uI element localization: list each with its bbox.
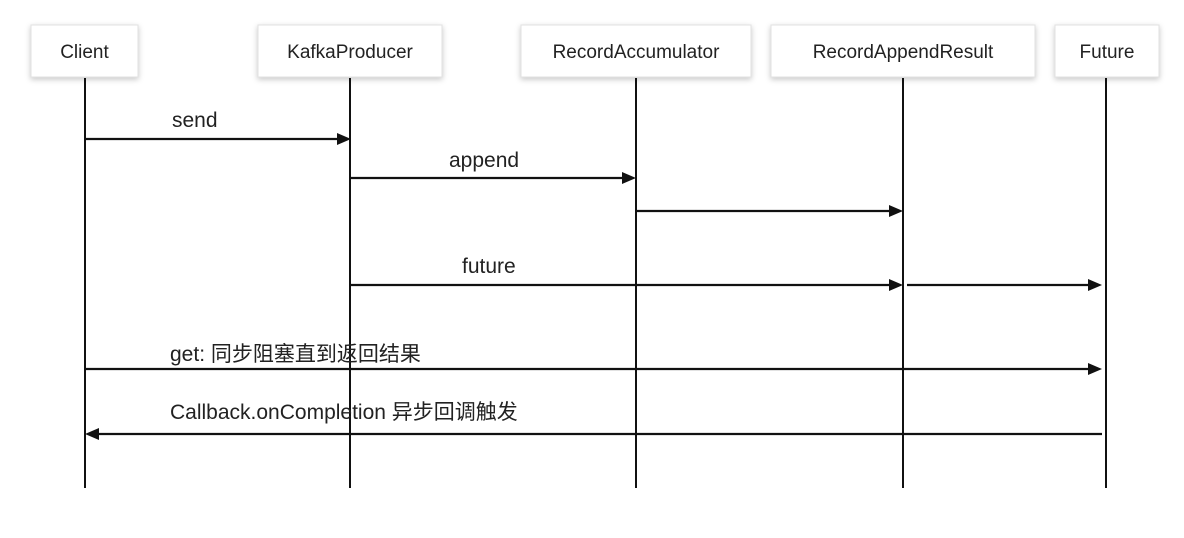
message-send: send (85, 109, 351, 145)
arrowhead-right-icon (889, 279, 903, 291)
participant-label: Future (1080, 42, 1135, 63)
arrowhead-right-icon (622, 172, 636, 184)
participant-label: RecordAppendResult (813, 42, 994, 63)
message-label: future (462, 255, 516, 278)
participant-label: Client (60, 42, 109, 63)
message-future-continue (907, 279, 1102, 291)
arrowhead-right-icon (889, 205, 903, 217)
message-append: append (350, 149, 636, 184)
arrowhead-left-icon (85, 428, 99, 440)
arrowhead-right-icon (337, 133, 351, 145)
participant-future: Future (1054, 24, 1160, 78)
participant-label: KafkaProducer (287, 42, 413, 63)
message-label: append (449, 149, 519, 172)
participant-client: Client (30, 24, 139, 78)
participant-label: RecordAccumulator (553, 42, 721, 63)
message-label: Callback.onCompletion 异步回调触发 (170, 401, 518, 424)
message-callback: Callback.onCompletion 异步回调触发 (85, 401, 1102, 440)
message-get: get: 同步阻塞直到返回结果 (85, 343, 1102, 375)
message-future: future (350, 255, 903, 291)
message-label: send (172, 109, 218, 132)
arrowhead-right-icon (1088, 363, 1102, 375)
arrowhead-right-icon (1088, 279, 1102, 291)
participant-record-append-result: RecordAppendResult (770, 24, 1036, 78)
message-label: get: 同步阻塞直到返回结果 (170, 343, 421, 366)
participant-record-accumulator: RecordAccumulator (520, 24, 752, 78)
sequence-diagram: Client KafkaProducer RecordAccumulator R… (30, 24, 1160, 488)
participant-kafka-producer: KafkaProducer (257, 24, 443, 78)
message-append-result (636, 205, 903, 217)
